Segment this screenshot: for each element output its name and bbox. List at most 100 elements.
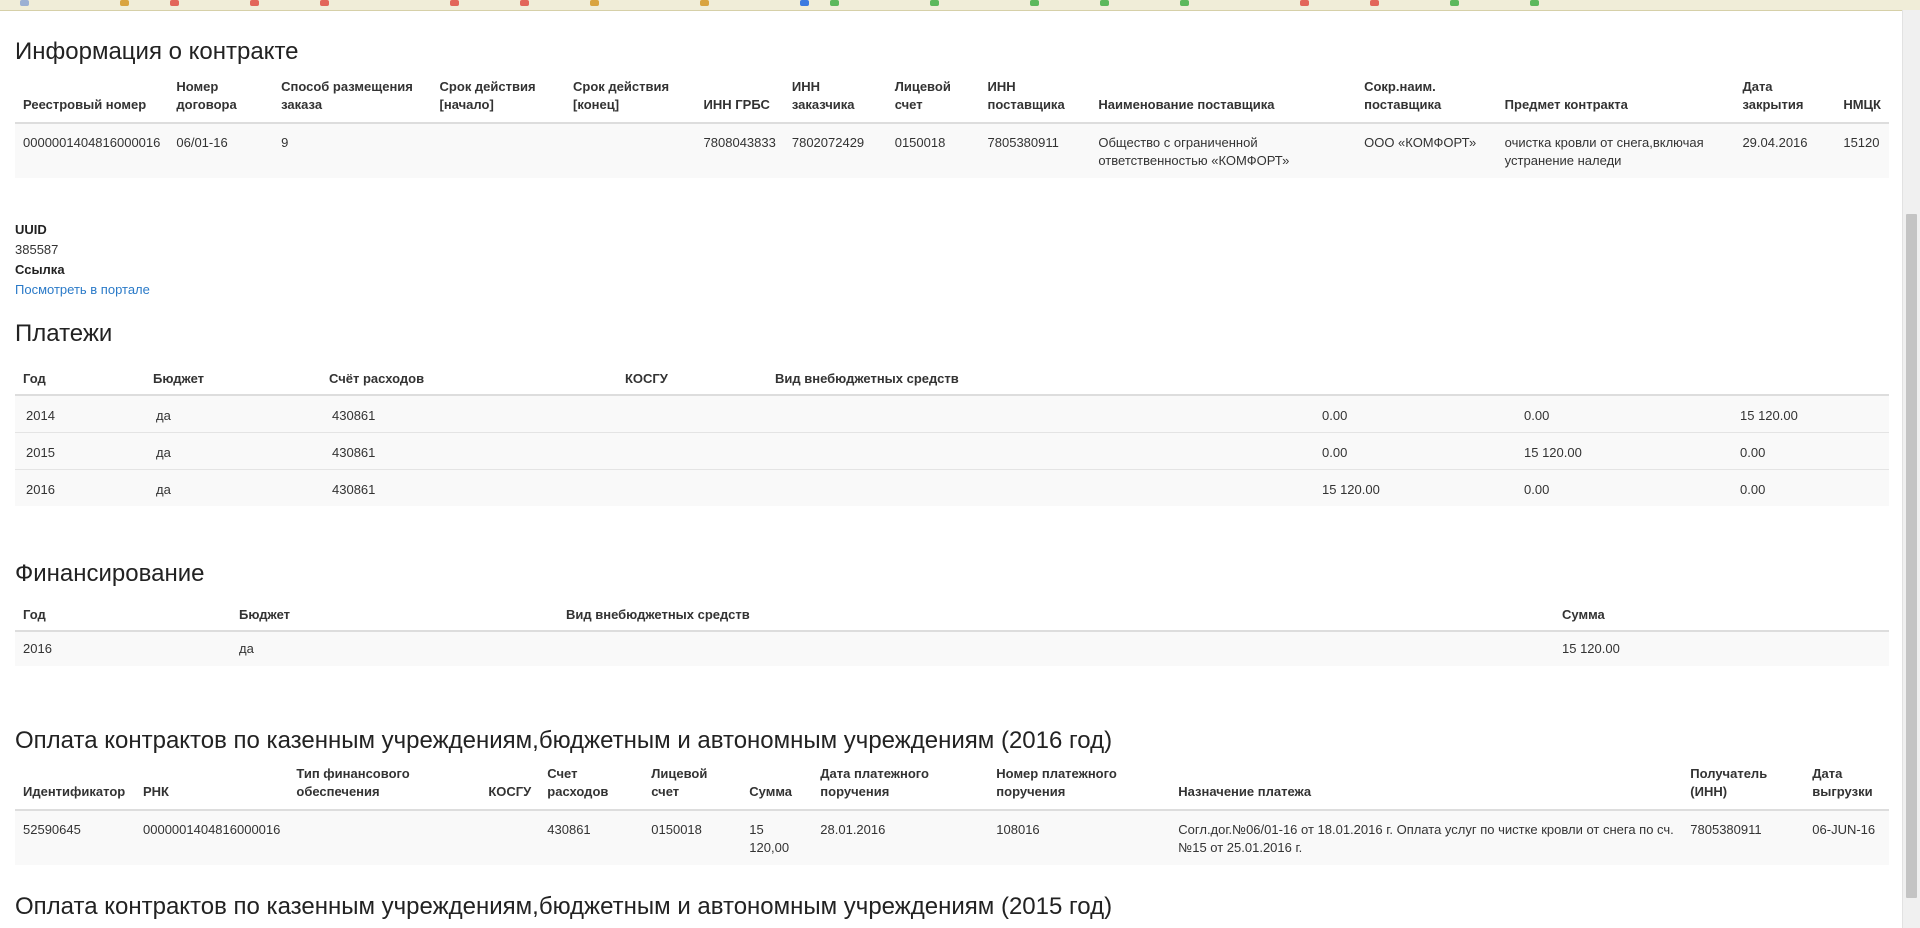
table-row: 2016 да 430861 15 120.00 0.00 0.00: [15, 469, 1889, 507]
financing-section: Финансирование Год Бюджет Вид внебюджетн…: [15, 560, 1889, 666]
cell-year: 2014: [26, 408, 55, 423]
col-header: Предмет контракта: [1504, 97, 1628, 112]
cell-year: 2016: [23, 641, 52, 656]
cell-close-date: 29.04.2016: [1742, 135, 1808, 150]
cell-account: 0150018: [651, 822, 702, 837]
cell-inn-customer: 7802072429: [791, 135, 865, 150]
cell-budget: да: [156, 408, 171, 423]
cell-expense-account: 430861: [332, 445, 376, 460]
cell-amount-2: 15 120.00: [1524, 445, 1582, 460]
payments-title: Платежи: [15, 320, 113, 347]
col-header: Срок действия [начало]: [439, 79, 536, 112]
cell-finance-type: [288, 810, 480, 865]
uuid-value: 385587: [15, 242, 59, 257]
col-header: Вид внебюджетных средств: [775, 371, 959, 386]
cell-budget: да: [156, 445, 171, 460]
col-header: Бюджет: [239, 607, 290, 622]
col-header: НМЦК: [1843, 97, 1881, 112]
contract-info-section: Информация о контракте Реестровый номер …: [15, 38, 1889, 178]
portal-link[interactable]: Посмотреть в портале: [15, 282, 150, 297]
browser-bookmarks-strip: [0, 0, 1920, 11]
financing-title: Финансирование: [15, 560, 205, 587]
cell-registry-number: 0000001404816000016: [23, 135, 161, 150]
payments-table: Год Бюджет Счёт расходов КОСГУ Вид внебю…: [15, 358, 1889, 506]
cell-subject: очистка кровли от снега,включая устранен…: [1504, 135, 1704, 168]
contract-info-title: Информация о контракте: [15, 38, 299, 65]
col-header: Сумма: [749, 784, 793, 799]
col-header: Год: [23, 371, 46, 386]
cell-budget: да: [156, 482, 171, 497]
col-header: Наименование поставщика: [1098, 97, 1275, 112]
col-header: Реестровый номер: [23, 97, 147, 112]
cell-account: 0150018: [894, 135, 946, 150]
cell-order-number: 108016: [996, 822, 1040, 837]
contract-meta: UUID 385587 Ссылка Посмотреть в портале: [15, 220, 150, 300]
payments-2015-title: Оплата контрактов по казенным учреждения…: [15, 893, 1113, 920]
col-header: Лицевой счет: [651, 766, 708, 799]
cell-export-date: 06-JUN-16: [1812, 822, 1876, 837]
cell-amount-3: 0.00: [1740, 445, 1766, 460]
col-header: РНК: [143, 784, 169, 799]
scrollbar-thumb[interactable]: [1906, 214, 1917, 898]
table-row: 2014 да 430861 0.00 0.00 15 120.00: [15, 395, 1889, 433]
table-row: 2016 да 15 120.00: [15, 631, 1889, 666]
col-header: Способ размещения заказа: [281, 79, 413, 112]
cell-offbudget: [767, 395, 1311, 433]
col-header: Номер договора: [176, 79, 237, 112]
col-header: Получатель (ИНН): [1690, 766, 1768, 799]
cell-end-date: [565, 123, 696, 178]
cell-year: 2016: [26, 482, 55, 497]
cell-recipient-inn: 7805380911: [1690, 822, 1762, 837]
cell-supplier-name: Общество с ограниченной ответственностью…: [1098, 135, 1290, 168]
cell-budget: да: [239, 641, 254, 656]
payments-section: Платежи Год Бюджет Счёт расходов КОСГУ В…: [15, 320, 1889, 506]
cell-sum: 15 120.00: [1562, 641, 1620, 656]
col-header: Счет расходов: [547, 766, 609, 799]
col-header: Бюджет: [153, 371, 204, 386]
col-header: Сокр.наим. поставщика: [1364, 79, 1442, 112]
col-header: Назначение платежа: [1178, 784, 1312, 799]
cell-expense-account: 430861: [332, 482, 376, 497]
payments-2016-section: Оплата контрактов по казенным учреждения…: [15, 727, 1889, 865]
cell-rnk: 0000001404816000016: [143, 822, 281, 837]
financing-table: Год Бюджет Вид внебюджетных средств Сумм…: [15, 598, 1889, 666]
cell-kosgu: [617, 395, 767, 433]
cell-year: 2015: [26, 445, 55, 460]
cell-amount-1: 0.00: [1322, 408, 1348, 423]
cell-offbudget: [767, 433, 1311, 470]
col-header: ИНН поставщика: [987, 79, 1065, 112]
col-header: [1729, 358, 1889, 395]
col-header: КОСГУ: [488, 784, 532, 799]
cell-amount-1: 0.00: [1322, 445, 1348, 460]
payments-2016-table: Идентификатор РНК Тип финансового обеспе…: [15, 765, 1889, 865]
cell-expense-account: 430861: [547, 822, 591, 837]
col-header: Сумма: [1562, 607, 1605, 622]
col-header: ИНН ГРБС: [703, 97, 770, 112]
cell-order-date: 28.01.2016: [820, 822, 886, 837]
cell-offbudget: [767, 470, 1311, 507]
cell-amount-1: 15 120.00: [1322, 482, 1380, 497]
col-header: Счёт расходов: [329, 371, 425, 386]
payments-2015-section: Оплата контрактов по казенным учреждения…: [15, 893, 1889, 921]
cell-amount-2: 0.00: [1524, 482, 1550, 497]
col-header: Дата платежного поручения: [820, 766, 929, 799]
cell-kosgu: [617, 470, 767, 507]
table-header-row: Год Бюджет Счёт расходов КОСГУ Вид внебю…: [15, 358, 1889, 395]
col-header: ИНН заказчика: [791, 79, 855, 112]
col-header: Дата закрытия: [1742, 79, 1804, 112]
cell-amount-3: 15 120.00: [1740, 408, 1798, 423]
cell-amount-3: 0.00: [1740, 482, 1766, 497]
cell-sum: 15 120,00: [749, 822, 790, 855]
cell-placement-method: 9: [281, 135, 289, 150]
col-header: Тип финансового обеспечения: [296, 766, 410, 799]
cell-kosgu: [617, 433, 767, 470]
col-header: Вид внебюджетных средств: [566, 607, 750, 622]
cell-start-date: [432, 123, 565, 178]
payments-2016-title: Оплата контрактов по казенным учреждения…: [15, 727, 1113, 754]
col-header: Лицевой счет: [894, 79, 951, 112]
table-header-row: Год Бюджет Вид внебюджетных средств Сумм…: [15, 598, 1889, 631]
table-header-row: Идентификатор РНК Тип финансового обеспе…: [15, 765, 1889, 810]
table-row: 2015 да 430861 0.00 15 120.00 0.00: [15, 432, 1889, 470]
vertical-scrollbar[interactable]: [1902, 10, 1920, 928]
cell-amount-2: 0.00: [1524, 408, 1550, 423]
